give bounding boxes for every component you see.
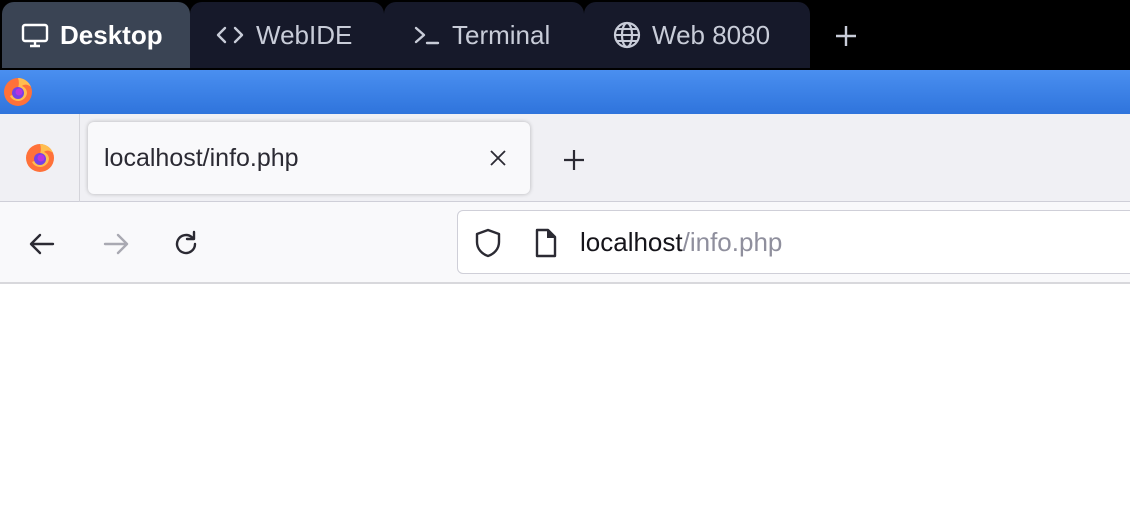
- arrow-left-icon: [29, 233, 55, 255]
- reload-button[interactable]: [164, 222, 208, 266]
- firefox-logo-icon: [25, 144, 54, 172]
- close-tab-button[interactable]: [484, 144, 512, 172]
- new-tab-button[interactable]: [554, 140, 594, 180]
- browser-title-bar: [0, 70, 1130, 114]
- globe-icon: [612, 20, 642, 50]
- arrow-right-icon: [103, 233, 129, 255]
- reload-icon: [175, 230, 197, 255]
- workspace-tab-desktop[interactable]: Desktop: [2, 2, 190, 68]
- workspace-tab-label: WebIDE: [256, 19, 353, 50]
- page-content-area: [0, 284, 1130, 524]
- add-workspace-tab-button[interactable]: [826, 16, 866, 56]
- workspace-tab-bar: Desktop WebIDE Terminal Web 8080: [0, 0, 1130, 70]
- browser-tab-strip: localhost/info.php: [0, 114, 1130, 202]
- url-path: /info.php: [682, 227, 783, 257]
- workspace-tab-web-8080[interactable]: Web 8080: [584, 2, 810, 68]
- workspace-tab-label: Desktop: [60, 19, 163, 50]
- workspace-tab-label: Web 8080: [652, 19, 771, 50]
- browser-tab[interactable]: localhost/info.php: [88, 122, 530, 194]
- forward-button[interactable]: [94, 222, 138, 266]
- plus-icon: [564, 150, 584, 170]
- close-icon: [490, 150, 506, 166]
- back-button[interactable]: [20, 222, 64, 266]
- page-info-icon[interactable]: [530, 227, 560, 264]
- terminal-prompt-icon: [412, 20, 442, 50]
- tracking-protection-shield-icon[interactable]: [472, 227, 504, 264]
- monitor-icon: [20, 20, 50, 50]
- code-icon: [214, 20, 246, 50]
- workspace-tab-label: Terminal: [452, 19, 551, 50]
- url-host: localhost: [580, 227, 683, 257]
- url-text[interactable]: localhost/info.php: [580, 227, 782, 258]
- firefox-logo-icon: [2, 76, 34, 113]
- workspace-tab-terminal[interactable]: Terminal: [384, 2, 584, 68]
- workspace-tab-webide[interactable]: WebIDE: [190, 2, 384, 68]
- browser-tab-title: localhost/info.php: [104, 143, 299, 172]
- navigation-toolbar: localhost/info.php: [0, 202, 1130, 284]
- plus-icon: [836, 26, 856, 46]
- firefox-view-button[interactable]: [0, 114, 80, 202]
- address-bar[interactable]: localhost/info.php: [457, 210, 1130, 274]
